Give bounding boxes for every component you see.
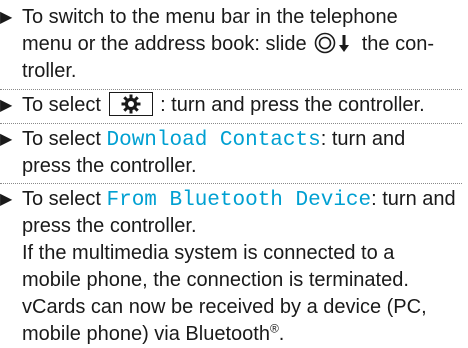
bullet-arrow-icon: ▶	[0, 131, 13, 148]
step-select-settings: ▶ To select: turn and press the control…	[0, 92, 460, 122]
note-text-line: mobile phone, the connection is terminat…	[22, 269, 409, 291]
step-select-download-contacts: ▶ To select Download Contacts: turn and …	[0, 126, 460, 182]
separator	[0, 123, 462, 124]
step-text-line: To select : turn and press the controlle…	[22, 92, 425, 116]
note-text-line: mobile phone) via Bluetooth®.	[22, 321, 285, 345]
step-text-line: To select Download Contacts: turn and	[22, 128, 406, 152]
controller-slide-down-icon	[314, 32, 354, 62]
note-text-line: vCards can now be received by a device (…	[22, 296, 427, 318]
step-text-line: press the controller.	[22, 155, 197, 177]
step-text-line: press the controller.	[22, 215, 197, 237]
instructions-page: ▶ To switch to the menu bar in the telep…	[0, 0, 468, 345]
registered-mark: ®	[269, 321, 279, 336]
bullet-arrow-icon: ▶	[0, 9, 13, 26]
menu-item-name: From Bluetooth Device	[106, 189, 372, 212]
step-text-line: troller.	[22, 60, 77, 82]
step-switch-menu-bar: ▶ To switch to the menu bar in the telep…	[0, 4, 460, 88]
bullet-arrow-icon: ▶	[0, 97, 13, 114]
bullet-arrow-icon: ▶	[0, 191, 13, 208]
gear-icon	[108, 92, 153, 116]
step-select-from-bluetooth-device: ▶ To select From Bluetooth Device: turn …	[0, 186, 460, 345]
separator	[0, 89, 462, 90]
step-text-line: To switch to the menu bar in the telepho…	[22, 6, 398, 28]
step-text-line: menu or the address book: slide the con-	[22, 31, 434, 62]
menu-item-name: Download Contacts	[106, 129, 321, 152]
step-text-line: To select From Bluetooth Device: turn an…	[22, 188, 456, 212]
note-text-line: If the multimedia system is connected to…	[22, 242, 395, 264]
separator	[0, 183, 462, 184]
